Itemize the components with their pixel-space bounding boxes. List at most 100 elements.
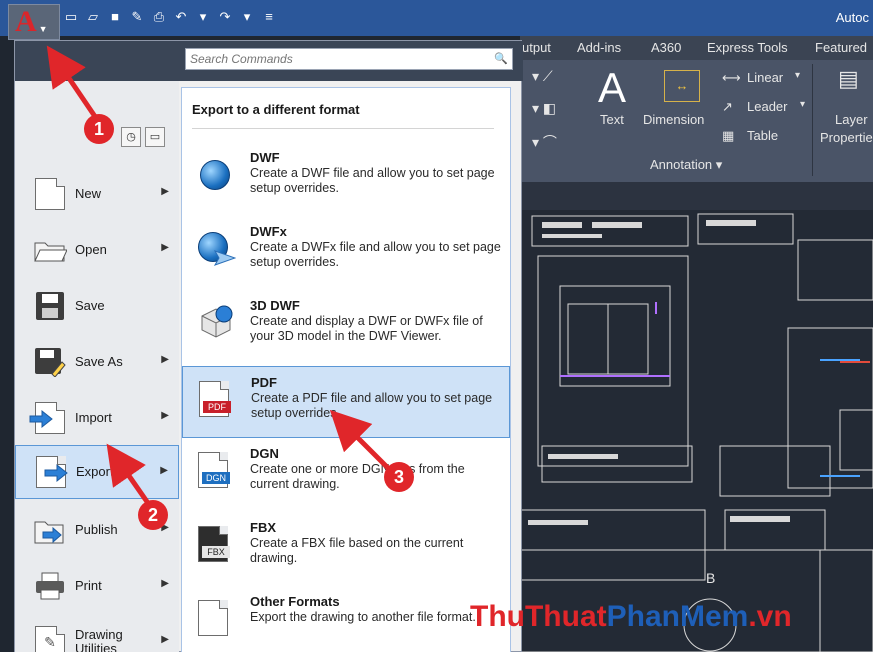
chevron-right-icon: ▶ bbox=[161, 354, 169, 365]
menu-item-label: Export bbox=[76, 464, 114, 479]
chevron-down-icon[interactable]: ▾ bbox=[800, 99, 805, 110]
undo-icon[interactable]: ↶ bbox=[172, 8, 190, 26]
watermark: ThuThuatPhanMem.vn bbox=[470, 600, 792, 634]
menu-item-label: Publish bbox=[75, 522, 118, 537]
menu-item-open[interactable]: Open ▶ bbox=[15, 223, 179, 277]
search-commands-box[interactable]: 🔍 bbox=[185, 48, 513, 70]
menu-item-import[interactable]: Import ▶ bbox=[15, 391, 179, 445]
export-format-fbx[interactable]: FBX FBX Create a FBX file based on the c… bbox=[182, 512, 510, 584]
divider bbox=[192, 128, 494, 129]
export-format-dgn[interactable]: DGN DGN Create one or more DGN files fro… bbox=[182, 438, 510, 510]
ribbon-panel-area: ▾ ⟋ ▾ ◧ ▾ ⌒ A Text ↔ Dimension ⟷ Linear … bbox=[520, 60, 873, 182]
linear-tool-icon[interactable]: ⟷ bbox=[722, 70, 741, 86]
chevron-right-icon: ▶ bbox=[161, 578, 169, 589]
ribbon-tool-icon[interactable]: ▾ ⌒ bbox=[532, 132, 557, 152]
fbx-tag: FBX bbox=[202, 546, 230, 558]
menu-item-label: Save As bbox=[75, 354, 123, 369]
chevron-right-icon: ▶ bbox=[161, 242, 169, 253]
drawing-utilities-icon: ✎ bbox=[33, 625, 67, 652]
ribbon-tool-icon[interactable]: ▾ ◧ bbox=[532, 100, 556, 117]
menu-item-export[interactable]: Export ▶ bbox=[15, 445, 179, 499]
text-tool-icon[interactable]: A bbox=[598, 64, 626, 112]
print-icon[interactable]: ⎙ bbox=[150, 8, 168, 26]
menu-item-save[interactable]: Save bbox=[15, 279, 179, 333]
menu-item-new[interactable]: New ▶ bbox=[15, 167, 179, 221]
export-format-dwfx[interactable]: DWFx Create a DWFx file and allow you to… bbox=[182, 216, 510, 288]
redo-icon[interactable]: ↷ bbox=[216, 8, 234, 26]
linear-tool-label[interactable]: Linear bbox=[747, 70, 783, 85]
menu-item-print[interactable]: Print ▶ bbox=[15, 559, 179, 613]
format-title: DWF bbox=[250, 150, 280, 165]
dimension-tool-icon[interactable]: ↔ bbox=[664, 70, 700, 102]
tab-a360[interactable]: A360 bbox=[651, 40, 681, 55]
drawing-canvas[interactable]: B bbox=[520, 210, 873, 652]
publish-icon bbox=[33, 513, 67, 547]
dimension-tool-label[interactable]: Dimension bbox=[643, 112, 704, 127]
annotation-panel-title[interactable]: Annotation ▾ bbox=[650, 157, 722, 173]
menu-item-label: Open bbox=[75, 242, 107, 257]
open-folder-icon[interactable]: ▱ bbox=[84, 8, 102, 26]
chevron-right-icon: ▶ bbox=[161, 410, 169, 421]
menu-item-save-as[interactable]: Save As ▶ bbox=[15, 335, 179, 389]
format-description: Export the drawing to another file forma… bbox=[250, 610, 476, 624]
menu-item-label: New bbox=[75, 186, 102, 201]
export-icon bbox=[34, 455, 68, 489]
save-icon[interactable]: ■ bbox=[106, 8, 124, 26]
customize-qat-icon[interactable]: ≡ bbox=[260, 8, 278, 26]
menu-left-column: ◷ ▭ New ▶ Open ▶ Save Save As ▶ Import ▶… bbox=[15, 81, 179, 652]
tab-express-tools[interactable]: Express Tools bbox=[707, 40, 788, 55]
pdf-file-icon: PDF bbox=[199, 381, 235, 419]
format-title: PDF bbox=[251, 375, 277, 390]
step-badge-2: 2 bbox=[138, 500, 168, 530]
chevron-down-icon[interactable]: ▾ bbox=[795, 70, 800, 81]
table-tool-label[interactable]: Table bbox=[747, 128, 778, 143]
undo-dropdown-icon[interactable]: ▾ bbox=[194, 8, 212, 26]
format-title: 3D DWF bbox=[250, 298, 300, 313]
open-documents-icon[interactable]: ▭ bbox=[145, 127, 165, 147]
layer-properties-label-line1[interactable]: Layer bbox=[835, 112, 868, 127]
annotation-panel-label: Annotation bbox=[650, 157, 713, 172]
leader-tool-icon[interactable]: ↗ bbox=[722, 99, 733, 115]
search-commands-input[interactable] bbox=[186, 49, 486, 69]
search-icon[interactable]: 🔍 bbox=[494, 52, 508, 65]
chevron-right-icon: ▶ bbox=[161, 634, 169, 645]
menu-item-label-line2: Utilities bbox=[75, 641, 117, 652]
new-file-icon[interactable]: ▭ bbox=[62, 8, 80, 26]
fbx-file-icon: FBX bbox=[198, 526, 234, 564]
save-as-icon[interactable]: ✎ bbox=[128, 8, 146, 26]
save-icon bbox=[33, 289, 67, 323]
menu-item-label: Save bbox=[75, 298, 105, 313]
dgn-tag: DGN bbox=[202, 472, 230, 484]
format-title: DWFx bbox=[250, 224, 287, 239]
redo-dropdown-icon[interactable]: ▾ bbox=[238, 8, 256, 26]
recent-documents-icon[interactable]: ◷ bbox=[121, 127, 141, 147]
export-format-pdf[interactable]: PDF PDF Create a PDF file and allow you … bbox=[182, 366, 510, 438]
watermark-part1: ThuThuat bbox=[470, 600, 607, 633]
table-tool-icon[interactable]: ▦ bbox=[722, 128, 734, 144]
tab-output[interactable]: utput bbox=[522, 40, 551, 55]
format-title: Other Formats bbox=[250, 594, 340, 609]
ribbon-tabs: utput Add-ins A360 Express Tools Feature… bbox=[520, 36, 873, 60]
pdf-tag: PDF bbox=[203, 401, 231, 413]
layer-properties-label-line2[interactable]: Properties bbox=[820, 130, 873, 145]
export-format-3d-dwf[interactable]: 3D DWF Create and display a DWF or DWFx … bbox=[182, 290, 510, 362]
watermark-part3: .vn bbox=[748, 600, 792, 633]
quick-access-toolbar: ▭ ▱ ■ ✎ ⎙ ↶ ▾ ↷ ▾ ≡ bbox=[62, 8, 278, 26]
text-tool-label[interactable]: Text bbox=[600, 112, 624, 127]
menu-item-label-line1: Drawing bbox=[75, 627, 123, 642]
leader-tool-label[interactable]: Leader bbox=[747, 99, 787, 114]
tab-featured[interactable]: Featured bbox=[815, 40, 867, 55]
menu-item-drawing-utilities[interactable]: ✎ Drawing Utilities ▶ bbox=[15, 615, 179, 652]
document-tab-bar bbox=[520, 182, 873, 210]
save-as-icon bbox=[33, 345, 67, 379]
application-menu-button[interactable]: A ▼ bbox=[8, 4, 60, 40]
ribbon-tool-icon[interactable]: ▾ ⟋ bbox=[532, 68, 553, 85]
chevron-right-icon: ▶ bbox=[161, 186, 169, 197]
format-description: Create a DWF file and allow you to set p… bbox=[250, 166, 495, 195]
tab-add-ins[interactable]: Add-ins bbox=[577, 40, 621, 55]
format-description: Create a PDF file and allow you to set p… bbox=[251, 391, 493, 420]
layer-properties-icon[interactable]: ▤ bbox=[838, 66, 859, 92]
export-format-dwf[interactable]: DWF Create a DWF file and allow you to s… bbox=[182, 142, 510, 214]
export-format-other[interactable]: Other Formats Export the drawing to anot… bbox=[182, 586, 510, 652]
3d-dwf-icon bbox=[198, 304, 234, 342]
